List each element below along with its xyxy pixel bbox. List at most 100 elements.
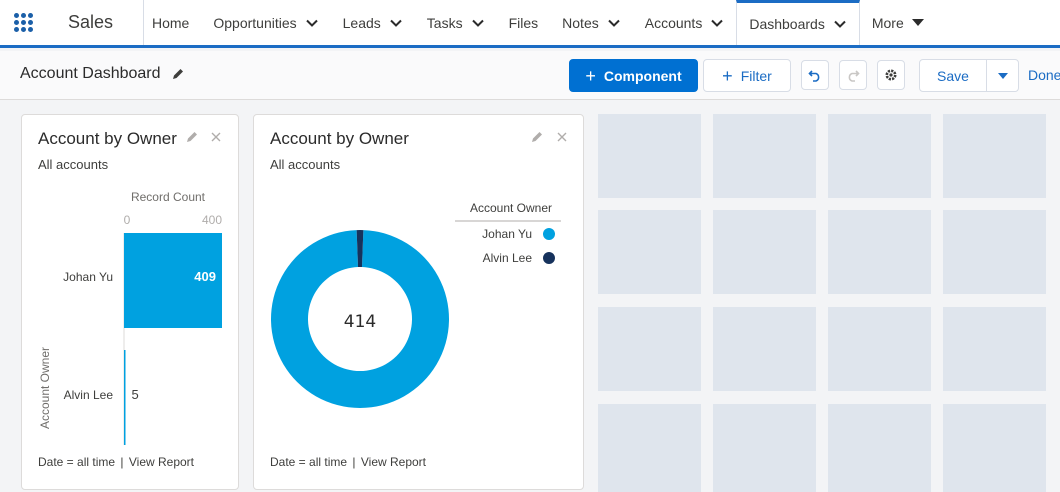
footer-separator: |: [120, 455, 124, 469]
empty-grid-cell: [713, 404, 816, 492]
bar-chart-widget: Account by Owner All accounts Record Cou…: [21, 114, 239, 490]
empty-grid-cell: [713, 210, 816, 294]
donut-chart: 414 Account Owner Johan Yu Alvin Lee: [271, 201, 561, 408]
dashboard-title-text: Account Dashboard: [20, 65, 161, 82]
properties-button[interactable]: [877, 60, 905, 90]
legend-entry-label: Alvin Lee: [483, 251, 533, 265]
bar-chart: Record Count Account Owner 0 400 Johan Yu…: [38, 190, 222, 445]
chevron-down-icon[interactable]: [710, 16, 724, 30]
nav-item-label: Notes: [562, 14, 599, 31]
gear-icon: [885, 69, 897, 81]
empty-grid-cell: [828, 404, 931, 492]
bar-alvin-lee[interactable]: [124, 350, 126, 445]
chevron-down-icon[interactable]: [471, 16, 485, 30]
empty-grid-cell: [713, 307, 816, 391]
close-icon[interactable]: [555, 130, 569, 144]
edit-widget-pencil-icon[interactable]: [185, 130, 199, 144]
chevron-down-icon[interactable]: [833, 17, 847, 31]
legend-swatch: [543, 228, 555, 240]
empty-grid-cell: [943, 114, 1046, 198]
nav-item-label: Home: [152, 14, 190, 31]
nav-item-leads[interactable]: Leads: [331, 0, 415, 45]
redo-button[interactable]: [839, 60, 867, 90]
plus-icon: +: [722, 65, 733, 86]
empty-grid-cell: [713, 114, 816, 198]
data-label: 5: [132, 387, 139, 402]
nav-item-label: Opportunities: [213, 14, 297, 31]
donut-chart-widget: Account by Owner All accounts 414 Accoun…: [253, 114, 584, 490]
empty-grid-cell: [598, 210, 701, 294]
nav-item-files[interactable]: Files: [497, 0, 551, 45]
dashboard-header: Account Dashboard + Component + Filter S…: [0, 51, 1060, 100]
nav-item-accounts[interactable]: Accounts: [633, 0, 737, 45]
empty-grid-cell: [943, 404, 1046, 492]
nav-item-label: Accounts: [644, 14, 703, 31]
empty-grid-cell: [943, 307, 1046, 391]
empty-grid-cell: [598, 404, 701, 492]
undo-button[interactable]: [801, 60, 829, 90]
close-icon[interactable]: [209, 130, 223, 144]
empty-grid-cell: [598, 307, 701, 391]
legend-title: Account Owner: [470, 201, 552, 215]
widget-footer: Date = all time | View Report: [38, 455, 194, 469]
chevron-down-icon[interactable]: [607, 16, 621, 30]
data-label: 409: [194, 269, 216, 284]
add-filter-label: Filter: [740, 67, 772, 84]
empty-grid-cell: [828, 114, 931, 198]
app-name: Sales: [46, 0, 144, 45]
legend-entry-label: Johan Yu: [482, 227, 532, 241]
add-filter-button[interactable]: + Filter: [703, 59, 791, 92]
nav-item-notes[interactable]: Notes: [550, 0, 633, 45]
view-report-link[interactable]: View Report: [129, 455, 194, 469]
x-axis-label: Record Count: [131, 190, 206, 204]
nav-item-dashboards[interactable]: Dashboards: [736, 0, 860, 45]
chevron-down-icon[interactable]: [389, 16, 403, 30]
footer-separator: |: [352, 455, 356, 469]
add-component-button[interactable]: + Component: [569, 59, 698, 92]
undo-icon: [808, 70, 820, 82]
plus-icon: +: [585, 65, 596, 86]
caret-down-icon: [911, 19, 924, 26]
x-tick-label: 400: [202, 213, 222, 227]
category-label: Johan Yu: [63, 270, 113, 284]
widget-subtitle: All accounts: [270, 157, 341, 172]
y-axis-label: Account Owner: [38, 347, 52, 429]
empty-grid-cell: [943, 210, 1046, 294]
nav-item-label: Leads: [342, 14, 381, 31]
empty-grid-cell: [598, 114, 701, 198]
nav-item-tasks[interactable]: Tasks: [415, 0, 497, 45]
save-button[interactable]: Save: [919, 59, 987, 92]
nav-item-more[interactable]: More: [860, 0, 936, 45]
category-label: Alvin Lee: [64, 388, 114, 402]
edit-widget-pencil-icon[interactable]: [530, 130, 544, 144]
edit-title-pencil-icon[interactable]: [171, 67, 185, 81]
nav-item-label: More: [871, 14, 904, 31]
donut-total: 414: [344, 312, 376, 332]
view-report-link[interactable]: View Report: [361, 455, 426, 469]
widget-subtitle: All accounts: [38, 157, 109, 172]
caret-down-icon: [997, 72, 1008, 79]
footer-filter: Date = all time: [38, 455, 116, 469]
nav-item-home[interactable]: Home: [144, 0, 201, 45]
redo-icon: [848, 70, 860, 82]
nav-item-label: Dashboards: [749, 16, 825, 32]
widget-title: Account by Owner: [270, 129, 409, 148]
add-component-label: Component: [603, 67, 682, 84]
empty-grid-cell: [828, 307, 931, 391]
save-menu-button[interactable]: [986, 59, 1019, 92]
done-button[interactable]: Done: [1028, 67, 1060, 83]
nav-item-label: Files: [508, 14, 539, 31]
save-label: Save: [937, 67, 969, 84]
footer-filter: Date = all time: [270, 455, 348, 469]
x-tick-label: 0: [124, 213, 131, 227]
widget-title: Account by Owner: [38, 129, 177, 148]
app-launcher-icon: [13, 13, 33, 32]
nav-item-opportunities[interactable]: Opportunities: [201, 0, 330, 45]
widget-footer: Date = all time | View Report: [270, 455, 426, 469]
global-nav: Sales Home Opportunities Leads Tasks Files No…: [0, 0, 1060, 48]
legend-swatch: [543, 252, 555, 264]
dashboard-title: Account Dashboard: [20, 65, 185, 83]
chevron-down-icon[interactable]: [305, 16, 319, 30]
app-launcher-button[interactable]: [0, 0, 46, 45]
nav-item-label: Tasks: [426, 14, 463, 31]
